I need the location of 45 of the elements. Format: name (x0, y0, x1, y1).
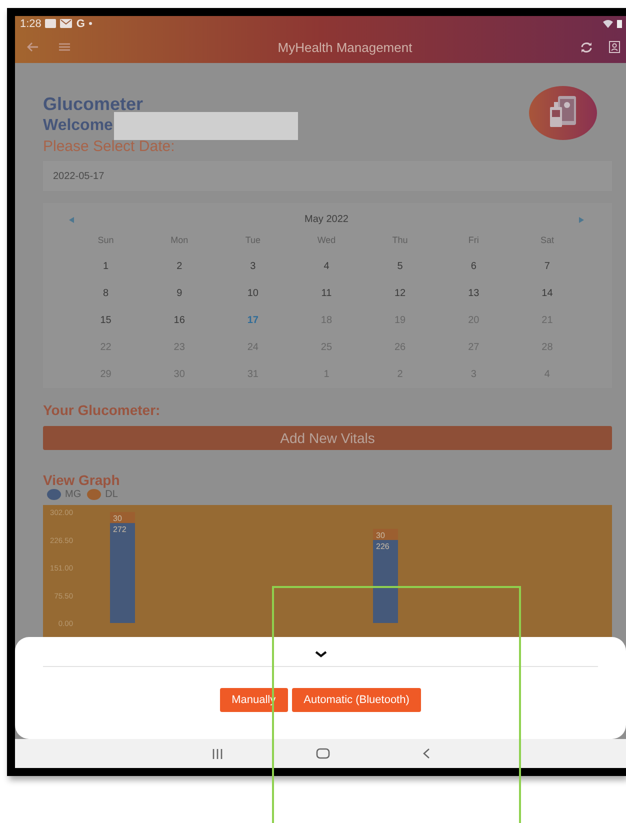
data-label: 272 (113, 525, 126, 534)
home-icon[interactable] (316, 748, 330, 759)
status-app-letter: G (76, 18, 85, 30)
calendar-day[interactable]: 13 (436, 285, 510, 312)
data-label: 226 (376, 542, 390, 551)
mail-icon (60, 19, 72, 28)
calendar-day[interactable]: 5 (363, 258, 437, 285)
image-icon (45, 19, 56, 28)
back-icon[interactable] (422, 748, 430, 759)
calendar-day[interactable]: 16 (142, 312, 216, 339)
battery-icon (617, 20, 622, 28)
contact-card-icon[interactable] (609, 41, 620, 53)
wifi-icon (603, 20, 613, 28)
status-time: 1:28 (20, 18, 42, 30)
calendar-day[interactable]: 6 (436, 258, 510, 285)
welcome-text: Welcome (43, 117, 113, 135)
glucometer-device-icon (529, 86, 597, 140)
calendar-day[interactable]: 9 (142, 285, 216, 312)
calendar-day[interactable]: 2 (142, 258, 216, 285)
data-label: 30 (113, 514, 122, 523)
app-title: MyHealth Management (276, 40, 414, 54)
calendar-day[interactable]: 8 (69, 285, 143, 312)
page-title: Glucometer (43, 94, 144, 114)
dot-icon (88, 22, 92, 25)
calendar-day[interactable]: 12 (363, 285, 437, 312)
date-field[interactable]: 2022-05-17 (43, 161, 612, 191)
option-button[interactable]: Manually (220, 688, 288, 712)
calendar-day[interactable]: 1 (69, 258, 143, 285)
month-title: May 2022 (304, 214, 348, 225)
date-label: Please Select Date: (43, 138, 176, 156)
calendar-day[interactable]: 4 (290, 258, 364, 285)
chevron-down-icon[interactable] (314, 651, 326, 658)
recent-apps-icon[interactable] (212, 748, 222, 758)
calendar-day[interactable]: 11 (290, 285, 364, 312)
calendar-day[interactable]: 14 (510, 285, 584, 312)
calendar-day[interactable]: 10 (216, 285, 290, 312)
calendar-day[interactable]: 7 (510, 258, 584, 285)
calendar-day[interactable]: 3 (216, 258, 290, 285)
section-label: View Graph (43, 472, 121, 488)
calendar-day[interactable]: 15 (69, 312, 143, 339)
add-vitals-button[interactable]: Add New Vitals (43, 426, 612, 450)
data-label: 30 (376, 530, 385, 540)
option-button[interactable]: Automatic (Bluetooth) (292, 688, 422, 712)
section-label: Your Glucometer: (43, 402, 162, 418)
refresh-icon[interactable] (580, 42, 593, 52)
